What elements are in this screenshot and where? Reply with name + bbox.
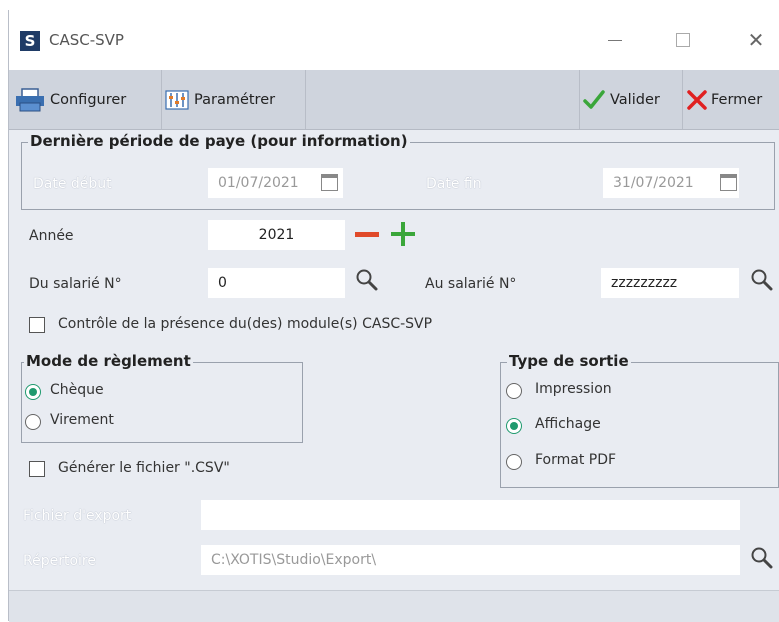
calendar-icon	[720, 174, 737, 191]
parametrer-label: Paramétrer	[194, 91, 276, 108]
toolbar-separator	[579, 70, 580, 129]
x-icon	[687, 89, 707, 110]
close-icon: ✕	[747, 28, 765, 52]
printer-icon	[16, 87, 44, 111]
cheque-label: Chèque	[50, 382, 104, 398]
affichage-label: Affichage	[535, 416, 601, 432]
repertoire-field: C:\XOTIS\Studio\Export\	[201, 545, 740, 575]
status-bar	[9, 590, 779, 622]
au-salarie-label: Au salarié N°	[425, 276, 517, 292]
configurer-button[interactable]: Configurer	[15, 70, 126, 129]
controle-checkbox[interactable]	[29, 317, 45, 333]
window-title: CASC-SVP	[49, 31, 124, 49]
mode-reglement-group: Mode de règlement	[21, 352, 303, 443]
toolbar-separator	[682, 70, 683, 129]
search-icon[interactable]	[750, 268, 774, 292]
fichier-export-label: Fichier d'export	[23, 508, 132, 524]
search-icon[interactable]	[355, 268, 379, 292]
date-fin-field: 31/07/2021	[603, 168, 739, 198]
controle-label: Contrôle de la présence du(des) module(s…	[58, 316, 433, 332]
title-bar: S CASC-SVP ✕	[9, 10, 779, 70]
plus-icon[interactable]	[391, 222, 415, 246]
app-logo-icon: S	[20, 31, 40, 51]
repertoire-label: Répertoire	[23, 553, 96, 569]
annee-label: Année	[29, 228, 74, 244]
toolbar-separator	[305, 70, 306, 129]
calendar-icon	[321, 174, 338, 191]
valider-label: Valider	[610, 91, 660, 108]
minus-icon[interactable]	[355, 232, 379, 238]
minimize-button[interactable]	[592, 24, 638, 56]
valider-button[interactable]: Valider	[583, 70, 660, 129]
impression-label: Impression	[535, 381, 612, 397]
main-window: S CASC-SVP ✕ Configurer Paramétrer Valid…	[8, 10, 779, 622]
format-pdf-label: Format PDF	[535, 452, 617, 468]
au-salarie-input[interactable]	[601, 268, 739, 298]
impression-radio[interactable]	[506, 383, 522, 399]
minimize-icon	[608, 39, 622, 41]
du-salarie-input[interactable]	[208, 268, 345, 298]
cheque-radio[interactable]	[25, 384, 41, 400]
annee-field[interactable]: 2021	[208, 220, 345, 250]
parametrer-button[interactable]: Paramétrer	[165, 70, 275, 129]
close-button[interactable]: ✕	[733, 24, 779, 56]
date-fin-label: Date fin	[426, 176, 482, 192]
sliders-icon	[165, 89, 189, 110]
csv-checkbox[interactable]	[29, 461, 45, 477]
mode-reglement-legend: Mode de règlement	[24, 352, 193, 370]
affichage-radio[interactable]	[506, 418, 522, 434]
periode-legend: Dernière période de paye (pour informati…	[28, 132, 410, 150]
csv-label: Générer le fichier ".CSV"	[58, 460, 230, 476]
search-icon[interactable]	[750, 546, 774, 570]
toolbar-separator	[161, 70, 162, 129]
fermer-label: Fermer	[711, 91, 763, 108]
type-sortie-legend: Type de sortie	[507, 352, 631, 370]
toolbar: Configurer Paramétrer Valider Fermer	[9, 70, 779, 130]
fichier-export-input[interactable]	[201, 500, 740, 530]
format-pdf-radio[interactable]	[506, 454, 522, 470]
date-debut-label: Date début	[33, 176, 112, 192]
fermer-button[interactable]: Fermer	[686, 70, 762, 129]
configurer-label: Configurer	[50, 91, 127, 108]
maximize-icon	[676, 33, 690, 47]
maximize-button[interactable]	[660, 24, 706, 56]
virement-label: Virement	[50, 412, 114, 428]
du-salarie-label: Du salarié N°	[29, 276, 122, 292]
checkmark-icon	[583, 89, 605, 109]
virement-radio[interactable]	[25, 414, 41, 430]
